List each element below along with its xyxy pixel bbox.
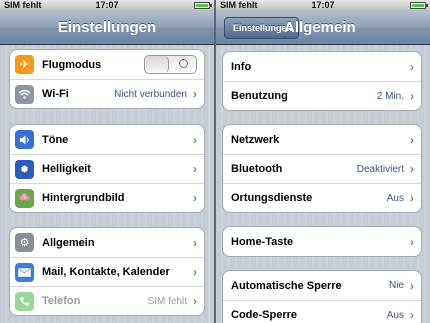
chevron-right-icon: › bbox=[410, 191, 414, 205]
general-row-location[interactable]: Ortungsdienste Aus › bbox=[223, 183, 421, 212]
chevron-right-icon: › bbox=[410, 59, 414, 74]
row-label: Benutzung bbox=[231, 90, 288, 102]
row-label: Telefon bbox=[42, 295, 81, 307]
general-row-usage[interactable]: Benutzung 2 Min. › bbox=[223, 81, 421, 110]
settings-row-mail[interactable]: Mail, Kontakte, Kalender › bbox=[10, 257, 204, 286]
settings-row-sounds[interactable]: Töne › bbox=[10, 125, 204, 154]
general-group-about: Info › Benutzung 2 Min. › bbox=[222, 51, 422, 111]
settings-row-wallpaper[interactable]: Hintergrundbild › bbox=[10, 183, 204, 212]
settings-group-display: Töne › ✹ Helligkeit › Hintergrundbild › bbox=[9, 124, 205, 213]
general-pane: SIM fehlt 17:07 Einstellungen Allgemein … bbox=[216, 0, 430, 323]
battery-icon bbox=[410, 2, 428, 9]
row-label: Helligkeit bbox=[42, 163, 91, 175]
flower-icon bbox=[15, 188, 34, 208]
row-label: Ortungsdienste bbox=[231, 192, 313, 204]
chevron-right-icon: › bbox=[410, 162, 414, 176]
row-label: Info bbox=[231, 60, 252, 73]
row-label: Netzwerk bbox=[231, 133, 280, 146]
general-row-network[interactable]: Netzwerk › bbox=[223, 125, 421, 154]
settings-row-general[interactable]: ⚙ Allgemein › bbox=[10, 228, 204, 257]
nav-bar: Einstellungen Allgemein bbox=[216, 11, 430, 45]
chevron-right-icon: › bbox=[193, 87, 197, 101]
clock: 17:07 bbox=[311, 0, 335, 10]
toggle-off-icon bbox=[179, 59, 188, 68]
general-row-info[interactable]: Info › bbox=[223, 52, 421, 81]
settings-row-phone[interactable]: Telefon SIM fehlt › bbox=[10, 286, 204, 315]
settings-row-airplane-mode: ✈ Flugmodus bbox=[10, 50, 204, 79]
settings-pane: SIM fehlt 17:07 Einstellungen ✈ Flugmodu… bbox=[0, 0, 214, 323]
chevron-right-icon: › bbox=[410, 132, 414, 147]
chevron-right-icon: › bbox=[193, 191, 197, 205]
general-row-home-button[interactable]: Home-Taste › bbox=[223, 227, 421, 256]
page-title: Einstellungen bbox=[57, 19, 157, 36]
settings-group-apps: ⚙ Allgemein › Mail, Kontakte, Kalender ›… bbox=[9, 227, 205, 316]
wifi-icon bbox=[15, 84, 34, 104]
chevron-right-icon: › bbox=[410, 308, 414, 322]
row-value: Aus bbox=[386, 192, 404, 204]
nav-bar: Einstellungen bbox=[0, 11, 214, 45]
clock: 17:07 bbox=[95, 0, 119, 10]
row-value: 2 Min. bbox=[376, 90, 404, 102]
row-label: Automatische Sperre bbox=[231, 279, 342, 292]
chevron-right-icon: › bbox=[193, 235, 197, 250]
status-bar: SIM fehlt 17:07 bbox=[216, 0, 430, 11]
row-label: Flugmodus bbox=[42, 58, 102, 71]
brightness-icon: ✹ bbox=[15, 159, 34, 179]
row-label: Code-Sperre bbox=[231, 309, 298, 321]
chevron-right-icon: › bbox=[410, 234, 414, 249]
airplane-icon: ✈ bbox=[15, 55, 34, 74]
chevron-right-icon: › bbox=[410, 278, 414, 293]
general-row-passcode-lock[interactable]: Code-Sperre Aus › bbox=[223, 300, 421, 323]
row-value: Nie bbox=[388, 280, 404, 291]
page-title: Allgemein bbox=[284, 19, 356, 36]
general-row-bluetooth[interactable]: Bluetooth Deaktiviert › bbox=[223, 154, 421, 183]
row-label: Töne bbox=[42, 133, 69, 146]
chevron-right-icon: › bbox=[193, 132, 197, 147]
settings-row-wifi[interactable]: Wi-Fi Nicht verbunden › bbox=[10, 79, 204, 108]
general-group-home: Home-Taste › bbox=[222, 226, 422, 257]
chevron-right-icon: › bbox=[193, 294, 197, 308]
speaker-icon bbox=[15, 130, 34, 149]
row-value: Aus bbox=[386, 309, 404, 321]
general-group-lock: Automatische Sperre Nie › Code-Sperre Au… bbox=[222, 270, 422, 323]
toggle-knob bbox=[145, 56, 169, 73]
phone-icon bbox=[15, 291, 34, 311]
chevron-right-icon: › bbox=[410, 89, 414, 103]
row-value: Deaktiviert bbox=[356, 163, 404, 175]
row-label: Allgemein bbox=[42, 236, 95, 249]
mail-icon bbox=[15, 262, 34, 282]
chevron-right-icon: › bbox=[193, 162, 197, 176]
airplane-mode-toggle[interactable] bbox=[144, 55, 197, 74]
general-row-auto-lock[interactable]: Automatische Sperre Nie › bbox=[223, 271, 421, 300]
general-group-network: Netzwerk › Bluetooth Deaktiviert › Ortun… bbox=[222, 124, 422, 213]
row-label: Bluetooth bbox=[231, 163, 283, 175]
gear-icon: ⚙ bbox=[15, 233, 34, 252]
row-value: SIM fehlt bbox=[147, 295, 187, 307]
settings-group-connectivity: ✈ Flugmodus Wi-Fi Nicht verbunden › bbox=[9, 49, 205, 109]
row-label: Hintergrundbild bbox=[42, 192, 125, 204]
row-label: Home-Taste bbox=[231, 235, 294, 248]
row-value: Nicht verbunden bbox=[114, 88, 187, 100]
battery-icon bbox=[194, 2, 212, 9]
chevron-right-icon: › bbox=[193, 265, 197, 279]
row-label: Mail, Kontakte, Kalender bbox=[42, 266, 170, 278]
row-label: Wi-Fi bbox=[42, 88, 69, 100]
settings-row-brightness[interactable]: ✹ Helligkeit › bbox=[10, 154, 204, 183]
status-bar: SIM fehlt 17:07 bbox=[0, 0, 214, 11]
